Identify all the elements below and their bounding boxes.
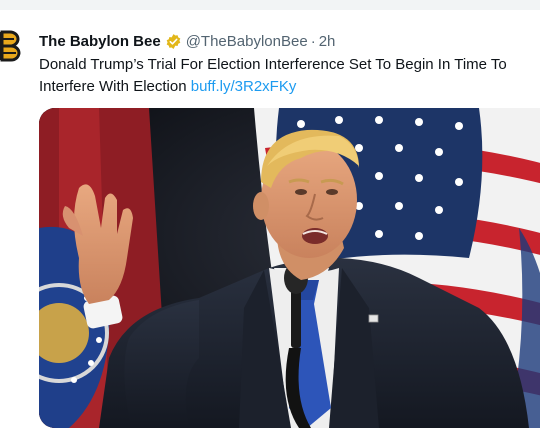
- verified-badge-icon: [165, 33, 182, 50]
- speaker-photo: [39, 108, 540, 428]
- top-divider: [0, 0, 540, 10]
- tweet-image[interactable]: [39, 108, 540, 428]
- bee-logo-icon[interactable]: [0, 26, 22, 66]
- tweet-link[interactable]: buff.ly/3R2xFKy: [191, 78, 297, 95]
- tweet-text: Donald Trump’s Trial For Election Interf…: [39, 54, 534, 98]
- separator-dot: ·: [310, 32, 316, 50]
- tweet-header: The Babylon Bee @TheBabylonBee · 2h: [39, 30, 335, 52]
- author-handle[interactable]: @TheBabylonBee: [186, 33, 308, 50]
- tweet-card[interactable]: The Babylon Bee @TheBabylonBee · 2h Dona…: [0, 10, 540, 428]
- author-name[interactable]: The Babylon Bee: [39, 33, 161, 50]
- tweet-timestamp[interactable]: 2h: [319, 33, 336, 50]
